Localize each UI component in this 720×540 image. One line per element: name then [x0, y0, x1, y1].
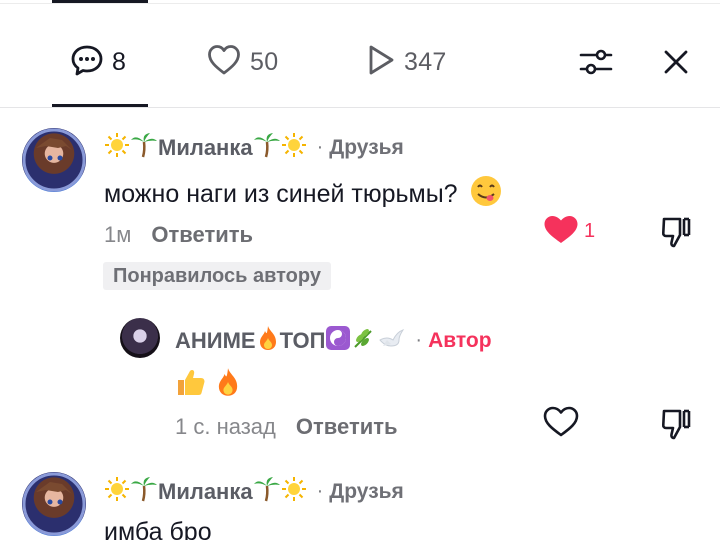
reply-username[interactable]: АНИМЕ — [175, 328, 256, 354]
comments-count: 8 — [112, 47, 127, 76]
tab-comments[interactable]: 8 — [70, 42, 126, 82]
comment-time: 1м — [104, 222, 132, 247]
dove-icon — [377, 326, 405, 355]
comment-icon — [70, 43, 104, 82]
sun-icon — [104, 132, 130, 163]
filter-icon[interactable] — [576, 42, 616, 82]
comment-text-body: можно наги из синей тюрьмы? — [104, 180, 458, 208]
reply-button[interactable]: Ответить — [151, 222, 253, 248]
tab-likes[interactable]: 50 — [206, 42, 278, 82]
separator-dot: · — [316, 480, 324, 502]
comment-meta: 1м Ответить — [104, 222, 253, 248]
reply-header: АНИМЕ ТОП · Автор — [175, 324, 492, 357]
play-icon — [366, 43, 396, 82]
like-button[interactable] — [540, 404, 582, 444]
heart-icon — [206, 43, 242, 82]
reply-username-suffix[interactable]: ТОП — [280, 328, 326, 354]
top-divider — [0, 3, 720, 4]
yin-yang-icon — [325, 325, 351, 356]
dislike-icon[interactable] — [656, 212, 696, 252]
reply-time: 1 с. назад — [175, 414, 276, 439]
sun-icon — [281, 132, 307, 163]
thumbs-up-icon — [175, 366, 207, 405]
reply-meta: 1 с. назад Ответить — [175, 414, 398, 440]
comment-text: имба бро — [104, 518, 212, 540]
close-icon[interactable] — [656, 42, 696, 82]
palm-tree-icon — [130, 476, 158, 507]
sun-icon — [281, 476, 307, 507]
heart-filled-icon — [542, 214, 580, 251]
author-tag: Автор — [428, 328, 492, 352]
likes-count: 50 — [250, 47, 279, 76]
avatar[interactable] — [22, 472, 86, 536]
comment-username[interactable]: Миланка — [158, 135, 253, 161]
fire-icon — [214, 366, 242, 405]
palm-tree-icon — [130, 132, 158, 163]
avatar[interactable] — [120, 318, 160, 358]
sun-icon — [104, 476, 130, 507]
comment-header: Миланка · Друзья — [104, 132, 404, 163]
palm-tree-icon — [253, 132, 281, 163]
like-button[interactable] — [540, 214, 582, 250]
herb-icon — [351, 325, 377, 356]
tab-views[interactable]: 347 — [366, 42, 447, 82]
fire-icon — [256, 324, 280, 357]
views-count: 347 — [404, 47, 447, 76]
heart-icon — [542, 405, 580, 444]
comment-header: Миланка · Друзья — [104, 476, 404, 507]
liked-by-author-badge: Понравилось автору — [103, 262, 331, 290]
relation-tag: Друзья — [329, 479, 404, 503]
dislike-icon[interactable] — [656, 404, 696, 444]
relation-tag: Друзья — [329, 135, 404, 159]
reply-text — [175, 366, 242, 405]
separator-dot: · — [316, 136, 324, 158]
palm-tree-icon — [253, 476, 281, 507]
yum-face-icon — [469, 174, 503, 215]
separator-dot: · — [415, 329, 423, 351]
avatar[interactable] — [22, 128, 86, 192]
tabbar-divider — [0, 107, 720, 108]
comment-text: можно наги из синей тюрьмы? — [104, 174, 503, 215]
comment-username[interactable]: Миланка — [158, 479, 253, 505]
reply-button[interactable]: Ответить — [296, 414, 398, 440]
comments-tabbar: 8 50 347 — [0, 30, 720, 108]
like-count: 1 — [584, 220, 596, 242]
